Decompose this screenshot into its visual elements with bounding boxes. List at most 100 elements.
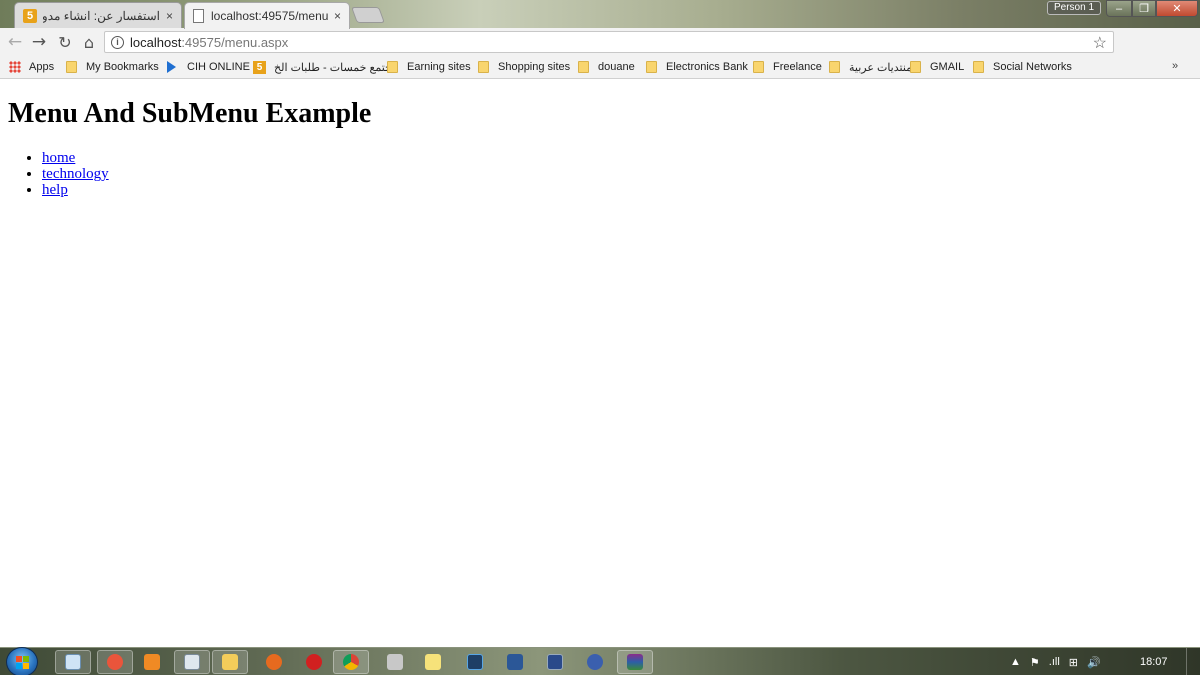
taskbar-firefox[interactable] (256, 650, 292, 674)
app-icon (387, 654, 403, 670)
page-title: Menu And SubMenu Example (8, 98, 372, 129)
back-arrow-icon[interactable]: ← (4, 31, 26, 53)
taskbar: ▲ ⚑ .ıll ⊞ 🔊 18:07 (0, 647, 1200, 675)
start-button[interactable] (6, 647, 38, 675)
photoshop-icon (467, 654, 483, 670)
bookmark-my-bookmarks[interactable]: My Bookmarks (66, 59, 159, 75)
taskbar-app-13[interactable] (537, 650, 573, 674)
notes-icon (425, 654, 441, 670)
bookmark-label: Earning sites (407, 61, 471, 73)
bookmarks-bar: Apps My Bookmarks CIH ONLINE 5 مجتمع خمس… (0, 55, 1200, 79)
bookmark-khamsat[interactable]: 5 مجتمع خمسات - طلبات الخ (253, 59, 398, 75)
apps-grid-icon (9, 61, 21, 73)
taskbar-word[interactable] (497, 650, 533, 674)
chrome-icon (343, 654, 359, 670)
action-center-flag-icon[interactable]: ⚑ (1030, 656, 1040, 669)
bookmark-electronics-bank[interactable]: Electronics Bank (646, 59, 748, 75)
bookmark-gmail[interactable]: GMAIL (910, 59, 964, 75)
show-desktop-button[interactable] (1186, 648, 1200, 675)
bookmark-earning-sites[interactable]: Earning sites (387, 59, 471, 75)
home-icon[interactable]: ⌂ (78, 31, 100, 53)
menu-link-home[interactable]: home (42, 150, 75, 166)
taskbar-app-9[interactable] (377, 650, 413, 674)
taskbar-explorer[interactable] (212, 650, 248, 674)
folder-icon (578, 61, 589, 73)
bookmark-cih-online[interactable]: CIH ONLINE (167, 59, 250, 75)
folder-explorer-icon (222, 654, 238, 670)
signal-icon[interactable]: .ıll (1049, 656, 1060, 668)
url-path: :49575/menu.aspx (181, 34, 289, 50)
volume-icon[interactable]: 🔊 (1087, 656, 1101, 669)
close-window-button[interactable]: ✕ (1156, 0, 1198, 17)
reload-icon[interactable]: ↻ (54, 31, 76, 53)
list-item: technology (42, 166, 109, 182)
taskbar-app-14[interactable] (577, 650, 613, 674)
bookmark-star-icon[interactable]: ☆ (1093, 33, 1107, 53)
taskbar-app-2[interactable] (97, 650, 133, 674)
taskbar-winrar[interactable] (617, 650, 653, 674)
app-icon (587, 654, 603, 670)
taskbar-app-4[interactable] (174, 650, 210, 674)
page-favicon-icon (193, 9, 204, 23)
tab-blogger-question[interactable]: 5 استفسار عن: انشاء مدونة بلوجر × (14, 2, 182, 28)
clock[interactable]: 18:07 (1140, 656, 1168, 668)
winrar-icon (627, 654, 643, 670)
taskbar-opera[interactable] (296, 650, 332, 674)
bookmark-arabic-forums[interactable]: منتديات عربية (829, 59, 912, 75)
taskbar-chrome[interactable] (333, 650, 369, 674)
five-favicon-icon: 5 (23, 8, 37, 23)
bookmark-label: Electronics Bank (666, 61, 748, 73)
address-bar[interactable]: i localhost:49575/menu.aspx ☆ (104, 31, 1114, 53)
taskbar-notepad[interactable] (55, 650, 91, 674)
tab-title: localhost:49575/menu.as (211, 9, 328, 23)
bookmarks-overflow-icon[interactable]: » (1172, 60, 1178, 72)
firefox-icon (266, 654, 282, 670)
maximize-button[interactable]: ❐ (1132, 0, 1156, 17)
list-item: home (42, 150, 109, 166)
five-icon: 5 (253, 60, 266, 74)
cih-icon (167, 61, 176, 73)
list-item: help (42, 182, 109, 198)
notepad-icon (65, 654, 81, 670)
network-icon[interactable]: ⊞ (1069, 656, 1078, 669)
folder-icon (829, 61, 840, 73)
bookmark-social-networks[interactable]: Social Networks (973, 59, 1072, 75)
menu-link-technology[interactable]: technology (42, 166, 109, 182)
folder-icon (66, 61, 77, 73)
tab-close-icon[interactable]: × (166, 9, 173, 23)
taskbar-notes[interactable] (415, 650, 451, 674)
tab-close-icon[interactable]: × (334, 9, 341, 23)
folder-icon (387, 61, 398, 73)
bookmark-label: Freelance (773, 61, 822, 73)
info-icon[interactable]: i (111, 35, 124, 49)
browser-toolbar: ← → ↻ ⌂ i localhost:49575/menu.aspx ☆ ✓ … (0, 28, 1200, 78)
media-player-icon (144, 654, 160, 670)
bookmark-label: Shopping sites (498, 61, 571, 73)
bookmark-shopping-sites[interactable]: Shopping sites (478, 59, 570, 75)
minimize-button[interactable]: – (1106, 0, 1132, 17)
app-icon (184, 654, 200, 670)
tab-title: استفسار عن: انشاء مدونة بلوجر (43, 8, 160, 23)
bookmark-label: Apps (29, 61, 55, 73)
new-tab-button[interactable] (351, 7, 385, 23)
bookmark-apps[interactable]: Apps (9, 59, 54, 75)
forward-arrow-icon[interactable]: → (28, 31, 50, 53)
taskbar-photoshop[interactable] (457, 650, 493, 674)
bookmark-label: My Bookmarks (86, 61, 159, 73)
menu-link-help[interactable]: help (42, 182, 68, 198)
bookmark-label: مجتمع خمسات - طلبات الخ (274, 61, 399, 74)
bookmark-freelance[interactable]: Freelance (753, 59, 822, 75)
taskbar-media-player[interactable] (134, 650, 170, 674)
folder-icon (478, 61, 489, 73)
menu-list: home technology help (42, 150, 109, 198)
bookmark-label: CIH ONLINE (187, 61, 250, 73)
app-icon (547, 654, 563, 670)
folder-icon (910, 61, 921, 73)
profile-button[interactable]: Person 1 (1047, 1, 1101, 15)
folder-icon (646, 61, 657, 73)
bookmark-label: GMAIL (930, 61, 965, 73)
tray-expand-icon[interactable]: ▲ (1010, 656, 1021, 668)
bookmark-douane[interactable]: douane (578, 59, 635, 75)
url-host: localhost (130, 34, 182, 50)
tab-localhost-menu[interactable]: localhost:49575/menu.as × (184, 2, 350, 29)
